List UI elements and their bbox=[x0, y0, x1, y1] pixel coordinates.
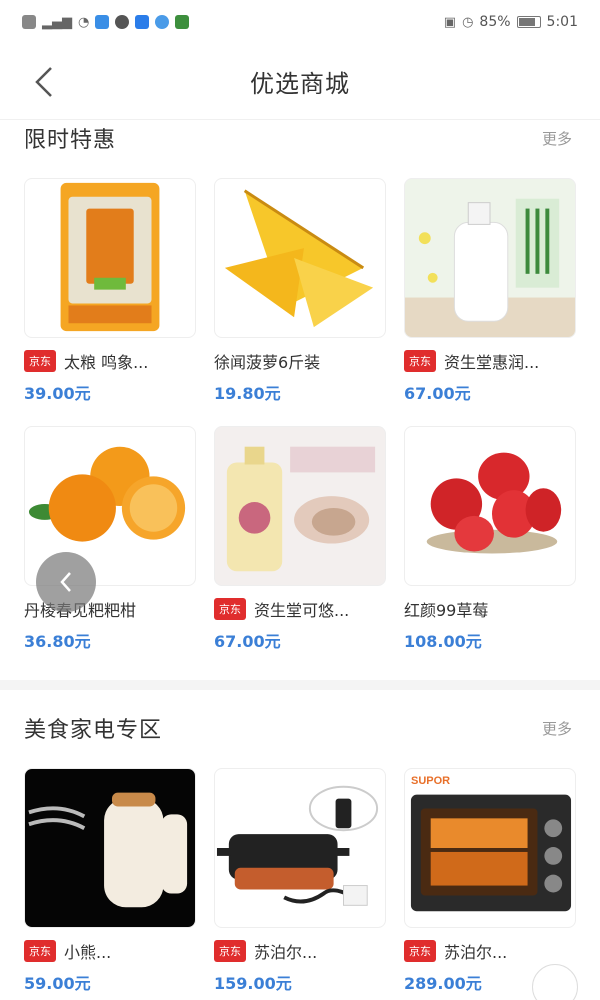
product-price: 19.80元 bbox=[214, 384, 281, 403]
product-price: 108.00元 bbox=[404, 632, 482, 651]
jd-tag: 京东 bbox=[214, 598, 246, 620]
product-price: 39.00元 bbox=[24, 384, 91, 403]
alarm-icon: ◷ bbox=[462, 14, 474, 30]
product-card[interactable]: 徐闻菠萝6斤装 19.80元 bbox=[214, 178, 386, 404]
product-card[interactable]: 京东 资生堂惠润... 67.00元 bbox=[404, 178, 576, 404]
battery-icon bbox=[516, 16, 541, 28]
product-image bbox=[24, 768, 196, 928]
chat-icon bbox=[115, 15, 130, 29]
battery-percent: 85% bbox=[479, 14, 511, 30]
product-card[interactable]: 京东 小熊... 59.00元 bbox=[24, 768, 196, 994]
chevron-left-icon bbox=[60, 572, 71, 592]
location-icon bbox=[155, 15, 170, 29]
product-image bbox=[404, 426, 576, 586]
product-card[interactable]: 红颜99草莓 108.00元 bbox=[404, 426, 576, 652]
clock: 5:01 bbox=[546, 14, 578, 30]
app-header: 优选商城 bbox=[0, 44, 600, 120]
product-card[interactable]: 丹棱春见粑粑柑 36.80元 bbox=[24, 426, 196, 652]
vibrate-icon: ▣ bbox=[443, 14, 457, 30]
product-name: 苏泊尔... bbox=[254, 943, 318, 962]
sim-icon bbox=[22, 15, 36, 29]
more-link[interactable]: 更多 bbox=[542, 718, 572, 739]
product-name: 太粮 鸣象... bbox=[64, 353, 149, 372]
wifi-icon: ◔ bbox=[78, 14, 90, 30]
section-divider bbox=[0, 680, 600, 690]
jd-tag: 京东 bbox=[24, 940, 56, 962]
product-name: 徐闻菠萝6斤装 bbox=[214, 353, 321, 372]
floating-back-button[interactable] bbox=[36, 552, 96, 612]
more-link[interactable]: 更多 bbox=[542, 128, 572, 149]
product-image bbox=[214, 178, 386, 338]
section-title: 美食家电专区 bbox=[24, 718, 163, 743]
product-image bbox=[214, 426, 386, 586]
product-image bbox=[404, 178, 576, 338]
food-appliance-grid: 京东 小熊... 59.00元 京东 苏泊尔... 159.00元 SUPOR … bbox=[24, 768, 576, 994]
jd-tag: 京东 bbox=[214, 940, 246, 962]
limited-offer-header: 限时特惠 更多 bbox=[24, 122, 572, 154]
back-button[interactable] bbox=[24, 62, 64, 102]
jd-tag: 京东 bbox=[404, 940, 436, 962]
product-name: 资生堂惠润... bbox=[444, 353, 540, 372]
product-image bbox=[24, 178, 196, 338]
product-image: SUPOR bbox=[404, 768, 576, 928]
chevron-left-icon bbox=[35, 67, 52, 97]
product-card[interactable]: 京东 太粮 鸣象... 39.00元 bbox=[24, 178, 196, 404]
product-card[interactable]: SUPOR 京东 苏泊尔... 289.00元 bbox=[404, 768, 576, 994]
brand-logo: SUPOR bbox=[411, 775, 451, 787]
product-card[interactable]: 京东 苏泊尔... 159.00元 bbox=[214, 768, 386, 994]
product-image bbox=[214, 768, 386, 928]
jd-tag: 京东 bbox=[404, 350, 436, 372]
product-price: 67.00元 bbox=[214, 632, 281, 651]
signal-icon: ▂▄▆ bbox=[42, 14, 72, 30]
product-price: 159.00元 bbox=[214, 974, 292, 993]
product-name: 红颜99草莓 bbox=[404, 601, 489, 620]
app-icon bbox=[135, 15, 150, 29]
status-bar: ▂▄▆ ◔ ▣ ◷ 85% 5:01 bbox=[0, 0, 600, 44]
limited-offer-grid: 京东 太粮 鸣象... 39.00元 徐闻菠萝6斤装 19.80元 京东 资生堂… bbox=[24, 178, 576, 652]
food-appliance-header: 美食家电专区 更多 bbox=[24, 712, 572, 744]
product-price: 36.80元 bbox=[24, 632, 91, 651]
status-icons-right: ▣ ◷ 85% 5:01 bbox=[444, 14, 578, 30]
product-name: 小熊... bbox=[64, 943, 112, 962]
product-price: 59.00元 bbox=[24, 974, 91, 993]
app-notification-icon bbox=[95, 15, 110, 29]
status-icons-left: ▂▄▆ ◔ bbox=[22, 14, 190, 30]
product-price: 67.00元 bbox=[404, 384, 471, 403]
jd-tag: 京东 bbox=[24, 350, 56, 372]
game-icon bbox=[175, 15, 190, 29]
section-title: 限时特惠 bbox=[24, 128, 117, 153]
product-name: 苏泊尔... bbox=[444, 943, 508, 962]
product-card[interactable]: 京东 资生堂可悠... 67.00元 bbox=[214, 426, 386, 652]
page-title: 优选商城 bbox=[250, 70, 350, 98]
product-name: 资生堂可悠... bbox=[254, 601, 350, 620]
